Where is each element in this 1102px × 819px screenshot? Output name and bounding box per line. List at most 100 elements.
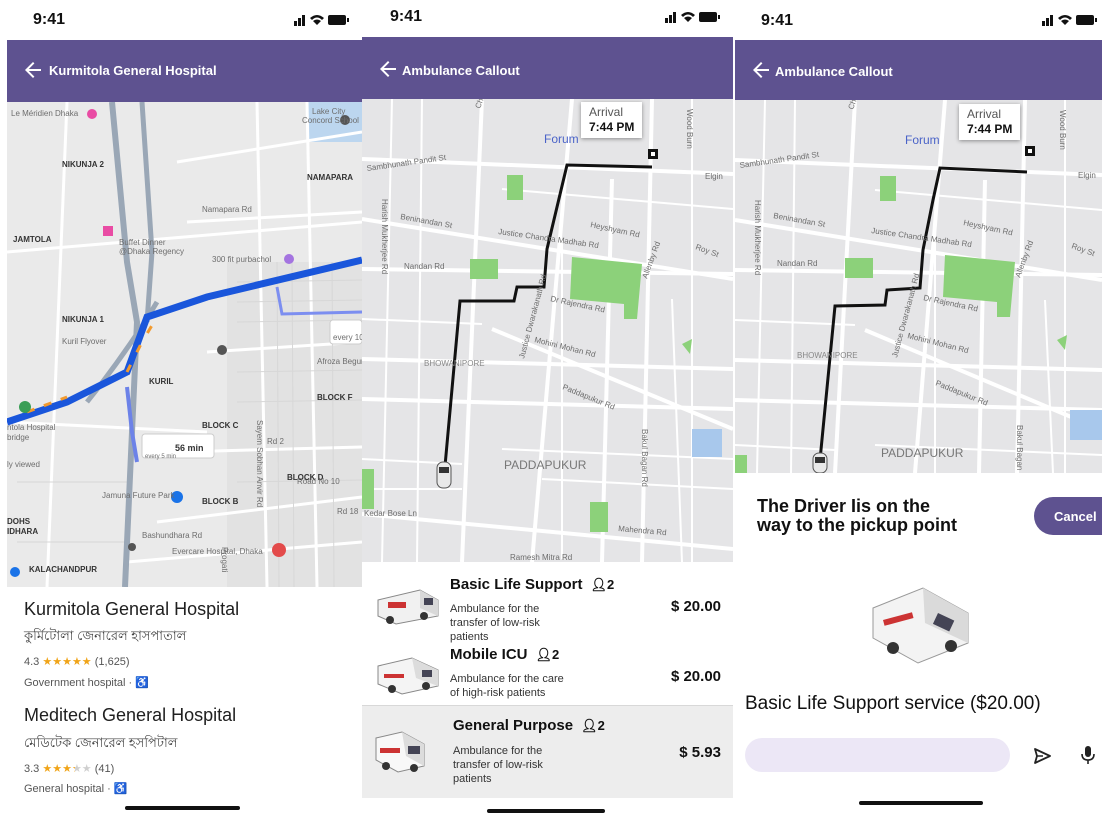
map-label: PADDAPUKUR — [504, 458, 587, 472]
hospital-map-screen: 9:41 Kurmitola General Hospital Le Mérid… — [7, 0, 362, 819]
place-local-name: মেডিটেক জেনারেল হসপিটাল — [24, 735, 178, 750]
arrival-card: Arrival 7:44 PM — [581, 102, 643, 138]
map-label: every 5 min — [145, 454, 176, 460]
service-description: Ambulance for the transfer of low-risk p… — [453, 745, 543, 785]
map-label: NAMAPARA — [307, 173, 353, 182]
ambulance-icon — [377, 589, 439, 625]
service-option-basic-life-support[interactable]: Basic Life Support 👤︎2 Ambulance for the … — [362, 564, 733, 643]
place-type: Government hospital · ♿ — [24, 676, 149, 689]
home-indicator — [487, 809, 605, 813]
map-label: Sayem Sobhan Anvir Rd — [255, 420, 264, 507]
map-label: DOHS — [7, 517, 31, 526]
person-icon: 👤︎ — [535, 647, 553, 662]
place-name[interactable]: Kurmitola General Hospital — [24, 599, 239, 620]
map-label: Forum — [544, 132, 579, 146]
map-label: Bashundhara Rd — [142, 531, 202, 540]
map-label: Evercare Hospital, Dhaka — [172, 547, 263, 556]
arrival-card: Arrival 7:44 PM — [959, 104, 1021, 140]
map-label: BHOWANIPORE — [424, 359, 485, 368]
map-label: Wood Burn — [1058, 110, 1067, 150]
back-arrow-icon[interactable] — [376, 57, 400, 81]
place-rating: 3.3 ★★★★★ (41) — [24, 762, 114, 775]
ambulance-icon — [375, 731, 425, 773]
rating-value: 3.3 — [24, 763, 40, 775]
place-type-text: Government hospital · — [24, 677, 136, 689]
route-map[interactable]: Sambhunath Pandit St Chowringhee Forum W… — [735, 100, 1102, 473]
status-bar: 9:41 — [7, 0, 362, 40]
home-indicator — [859, 801, 983, 805]
place-local-name: কুর্মিটোলা জেনারেল হাসপাতাল — [24, 628, 187, 643]
map-label: Kuril Flyover — [62, 337, 107, 346]
map-label: ly viewed — [7, 460, 40, 469]
map-label: Jamuna Future Park — [102, 491, 175, 500]
arrival-time: 7:44 PM — [967, 122, 1013, 136]
map-label: every 10 r — [333, 333, 362, 342]
service-option-general-purpose[interactable]: General Purpose 👤︎2 Ambulance for the tra… — [362, 705, 733, 798]
map-label: 300 fit purbachol — [212, 255, 271, 264]
rating-value: 4.3 — [24, 656, 40, 668]
map-label: Nandan Rd — [404, 262, 444, 271]
map-label: Forum — [905, 133, 940, 147]
map-label: BHOWANIPORE — [797, 351, 858, 360]
back-arrow-icon[interactable] — [749, 58, 773, 82]
wheelchair-icon: ♿ — [113, 783, 128, 795]
arrival-time: 7:44 PM — [589, 120, 635, 134]
message-input[interactable] — [745, 738, 1010, 772]
hospital-map[interactable]: Le Méridien Dhaka Lake City Concord Scho… — [7, 102, 362, 587]
map-label: IDHARA — [7, 527, 38, 536]
service-name: General Purpose 👤︎2 — [453, 717, 605, 734]
app-bar: Ambulance Callout — [362, 37, 733, 99]
map-label: KURIL — [149, 377, 174, 386]
map-label: Lake City — [312, 107, 345, 116]
status-time: 9:41 — [761, 12, 794, 29]
star-rating-icon: ★★★★★ — [42, 656, 92, 668]
service-option-mobile-icu[interactable]: Mobile ICU 👤︎2 Ambulance for the care of … — [362, 634, 733, 704]
map-label: Harish Mukherjee Rd — [753, 200, 762, 275]
app-bar-title: Kurmitola General Hospital — [49, 63, 217, 78]
route-map[interactable]: Sambhunath Pandit St Chowringhee Forum W… — [362, 99, 733, 562]
map-label: PADDAPUKUR — [881, 446, 964, 460]
cancel-button[interactable]: Cancel — [1034, 497, 1102, 535]
wheelchair-icon: ♿ — [135, 677, 149, 689]
service-name: Basic Life Support 👤︎2 — [450, 576, 615, 593]
status-bar: 9:41 — [735, 0, 1102, 40]
transit-time: 56 min — [175, 443, 204, 453]
map-label: Buffet Dinner — [119, 238, 166, 247]
person-icon: 👤︎ — [590, 577, 608, 592]
map-label: Harish Mukherjee Rd — [380, 199, 389, 274]
map-label: Rd 2 — [267, 437, 284, 446]
app-bar: Kurmitola General Hospital — [7, 40, 362, 102]
map-label: NIKUNJA 2 — [62, 160, 104, 169]
map-label: BLOCK C — [202, 421, 239, 430]
app-bar-title: Ambulance Callout — [775, 64, 893, 79]
map-label: BLOCK B — [202, 497, 239, 506]
place-name[interactable]: Meditech General Hospital — [24, 705, 236, 726]
map-label: Rd 18 — [337, 507, 359, 516]
app-bar: Ambulance Callout — [735, 40, 1102, 100]
review-count: (1,625) — [94, 656, 130, 668]
back-arrow-icon[interactable] — [21, 58, 45, 82]
review-count: (41) — [94, 763, 115, 775]
selected-service-summary: Basic Life Support service ($20.00) — [745, 693, 1041, 714]
map-label: JAMTOLA — [13, 235, 52, 244]
map-label: Bakul Bagan Rd — [640, 429, 649, 487]
service-description: Ambulance for the care of high-risk pati… — [450, 673, 564, 699]
ambulance-car-icon — [812, 452, 828, 473]
map-label: Kedar Bose Ln — [364, 509, 417, 518]
map-label: Bakul Bagan Rd — [1015, 425, 1024, 473]
status-bar: 9:41 — [362, 0, 733, 40]
map-label: Elgin — [705, 172, 723, 181]
status-time: 9:41 — [390, 8, 423, 25]
star-rating-icon: ★★★★★ — [42, 763, 92, 775]
send-icon[interactable] — [1032, 746, 1052, 766]
service-price: $ 20.00 — [670, 668, 721, 685]
microphone-icon[interactable] — [1079, 744, 1097, 766]
map-label: NIKUNJA 1 — [62, 315, 104, 324]
map-label: bridge — [7, 433, 30, 442]
app-bar-title: Ambulance Callout — [402, 63, 520, 78]
person-icon: 👤︎ — [581, 718, 598, 733]
map-label: Le Méridien Dhaka — [11, 109, 79, 118]
map-label: KALACHANDPUR — [29, 565, 97, 574]
map-label: Nandan Rd — [777, 259, 817, 268]
ambulance-car-icon — [436, 461, 452, 489]
